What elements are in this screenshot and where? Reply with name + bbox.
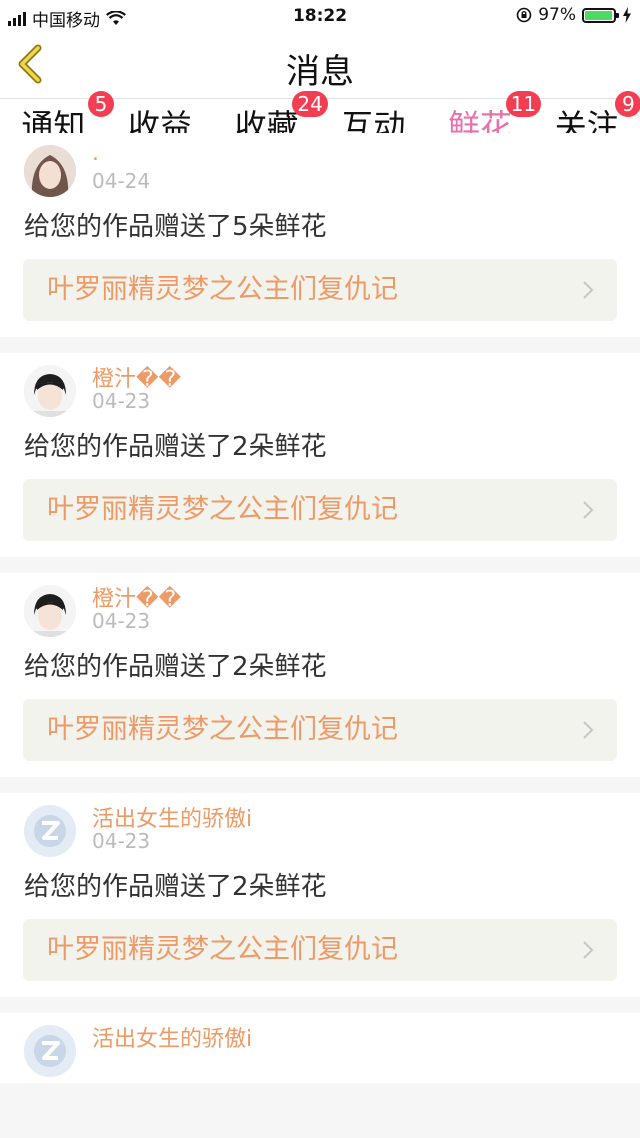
work-title: 叶罗丽精灵梦之公主们复仇记 <box>47 714 398 745</box>
sender-name[interactable]: 活出女生的骄傲i <box>92 1021 252 1053</box>
chevron-right-icon <box>583 501 594 519</box>
boy-avatar-image <box>24 585 76 637</box>
message-date: 04-23 <box>92 829 151 853</box>
list-item: 活出女生的骄傲i 04-23 给您的作品赠送了2朵鲜花 叶罗丽精灵梦之公主们复仇… <box>0 793 640 997</box>
nav-header: 消息 <box>0 32 640 99</box>
work-title: 叶罗丽精灵梦之公主们复仇记 <box>47 934 398 965</box>
list-item: 活出女生的骄傲i <box>0 1013 640 1083</box>
message-header: . 04-24 <box>0 133 640 203</box>
rotation-lock-icon <box>516 7 532 23</box>
battery-percent: 97% <box>538 5 576 25</box>
list-item: . 04-24 给您的作品赠送了5朵鲜花 叶罗丽精灵梦之公主们复仇记 <box>0 133 640 337</box>
message-list: . 04-24 给您的作品赠送了5朵鲜花 叶罗丽精灵梦之公主们复仇记 橙汁�� … <box>0 133 640 1099</box>
message-header: 橙汁�� 04-23 <box>0 353 640 423</box>
message-header: 活出女生的骄傲i 04-23 <box>0 793 640 863</box>
list-item: 橙汁�� 04-23 给您的作品赠送了2朵鲜花 叶罗丽精灵梦之公主们复仇记 <box>0 353 640 557</box>
girl-avatar-image <box>24 145 76 197</box>
status-bar: 中国移动 18:22 97% <box>0 0 640 32</box>
message-header: 橙汁�� 04-23 <box>0 573 640 643</box>
avatar[interactable] <box>24 585 76 637</box>
gift-message: 给您的作品赠送了5朵鲜花 <box>24 212 327 242</box>
avatar[interactable] <box>24 365 76 417</box>
message-date: 04-23 <box>92 389 151 413</box>
boy-avatar-image <box>24 365 76 417</box>
gift-message: 给您的作品赠送了2朵鲜花 <box>24 652 327 682</box>
default-avatar-icon <box>24 805 76 857</box>
unread-badge: 9 <box>615 91 640 117</box>
work-link[interactable]: 叶罗丽精灵梦之公主们复仇记 <box>23 259 617 321</box>
avatar[interactable] <box>24 1025 76 1077</box>
page-title: 消息 <box>286 52 354 92</box>
avatar[interactable] <box>24 145 76 197</box>
avatar[interactable] <box>24 805 76 857</box>
message-header: 活出女生的骄傲i <box>0 1013 640 1083</box>
chevron-right-icon <box>583 941 594 959</box>
work-link[interactable]: 叶罗丽精灵梦之公主们复仇记 <box>23 699 617 761</box>
chevron-right-icon <box>583 721 594 739</box>
sender-name[interactable]: . <box>92 141 99 166</box>
work-link[interactable]: 叶罗丽精灵梦之公主们复仇记 <box>23 479 617 541</box>
chevron-right-icon <box>583 281 594 299</box>
message-date: 04-23 <box>92 609 151 633</box>
battery-icon <box>582 7 619 23</box>
charging-icon <box>623 7 631 23</box>
status-right: 97% <box>516 5 632 25</box>
message-date: 04-24 <box>92 169 151 193</box>
work-link[interactable]: 叶罗丽精灵梦之公主们复仇记 <box>23 919 617 981</box>
gift-message: 给您的作品赠送了2朵鲜花 <box>24 432 327 462</box>
default-avatar-icon <box>24 1025 76 1077</box>
list-item: 橙汁�� 04-23 给您的作品赠送了2朵鲜花 叶罗丽精灵梦之公主们复仇记 <box>0 573 640 777</box>
work-title: 叶罗丽精灵梦之公主们复仇记 <box>47 494 398 525</box>
gift-message: 给您的作品赠送了2朵鲜花 <box>24 872 327 902</box>
work-title: 叶罗丽精灵梦之公主们复仇记 <box>47 274 398 305</box>
